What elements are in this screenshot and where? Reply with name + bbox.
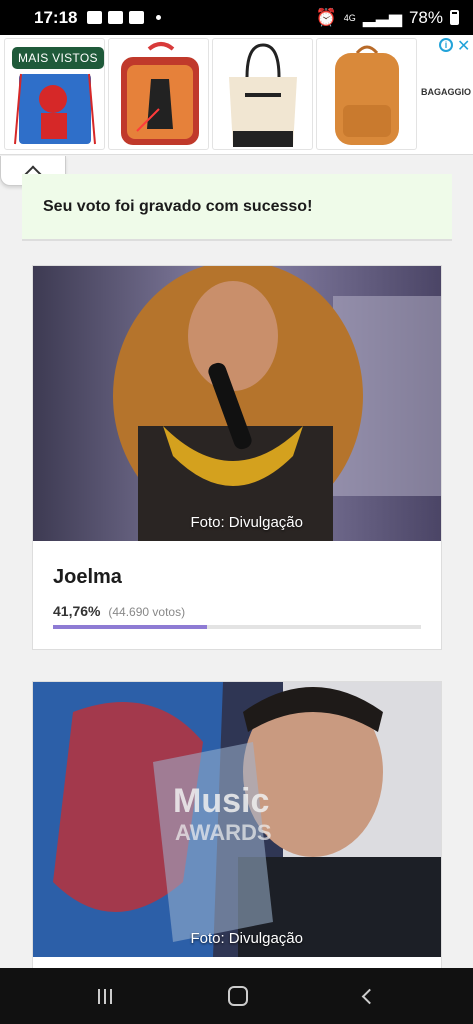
network-label: 4G <box>343 12 356 23</box>
gallery-icon <box>87 11 103 24</box>
candidate-card[interactable]: Foto: Divulgação Joelma 41,76% (44.690 v… <box>32 265 442 650</box>
status-bar: 17:18 ⏰ 4G ▂▃▅ 78% <box>0 0 473 35</box>
ad-product-starwars-backpack[interactable] <box>108 38 209 150</box>
ad-close-icon[interactable]: ✕ <box>457 36 470 56</box>
starwars-backpack-image <box>121 42 199 145</box>
vote-count: (44.690 votos) <box>108 605 186 619</box>
svg-text:AWARDS: AWARDS <box>175 820 272 845</box>
status-time: 17:18 <box>34 7 78 27</box>
candidate-photo: Foto: Divulgação <box>33 266 441 541</box>
recent-apps-icon[interactable] <box>98 988 112 1004</box>
vote-success-message: Seu voto foi gravado com sucesso! <box>22 174 452 241</box>
ad-brand-label[interactable]: BAGAGGIO <box>420 87 472 97</box>
candidate-photo-image <box>33 266 441 541</box>
home-icon[interactable] <box>228 986 248 1006</box>
ad-product-spiderman-bag[interactable]: MAIS VISTOS <box>4 38 105 150</box>
notification-dot-icon <box>156 15 162 20</box>
candidate-name: Joelma <box>53 566 122 588</box>
battery-icon <box>450 10 459 25</box>
ad-banner[interactable]: MAIS VISTOS BAGAGGIO i ✕ <box>0 35 473 155</box>
candidate-photo: Music AWARDS Foto: Divulgação <box>33 682 441 957</box>
photo-credit: Foto: Divulgação <box>190 930 303 947</box>
candidate-photo-image: Music AWARDS <box>33 682 441 957</box>
ad-product-leather-backpack[interactable] <box>316 38 417 150</box>
back-icon[interactable] <box>361 988 378 1004</box>
ad-badge: MAIS VISTOS <box>12 47 104 69</box>
vote-percent: 41,76% <box>53 603 101 619</box>
alarm-icon: ⏰ <box>315 7 337 27</box>
svg-text:Music: Music <box>173 782 269 820</box>
photo-credit: Foto: Divulgação <box>190 514 303 531</box>
instagram-icon <box>129 11 145 24</box>
vote-progress-fill <box>53 625 207 629</box>
leather-backpack-image <box>335 45 399 145</box>
ad-product-tote-bag[interactable] <box>212 38 313 150</box>
candidate-card[interactable]: Music AWARDS Foto: Divulgação <box>32 681 442 968</box>
signal-icon: ▂▃▅ <box>362 7 402 27</box>
vote-progress-bar <box>53 625 421 629</box>
youtube-icon <box>108 11 124 24</box>
tote-bag-image <box>229 43 297 147</box>
vote-stats: 41,76% (44.690 votos) <box>53 603 421 619</box>
battery-percent: 78% <box>408 7 443 27</box>
system-navigation-bar <box>0 968 473 1024</box>
ad-info-icon[interactable]: i <box>439 38 453 52</box>
